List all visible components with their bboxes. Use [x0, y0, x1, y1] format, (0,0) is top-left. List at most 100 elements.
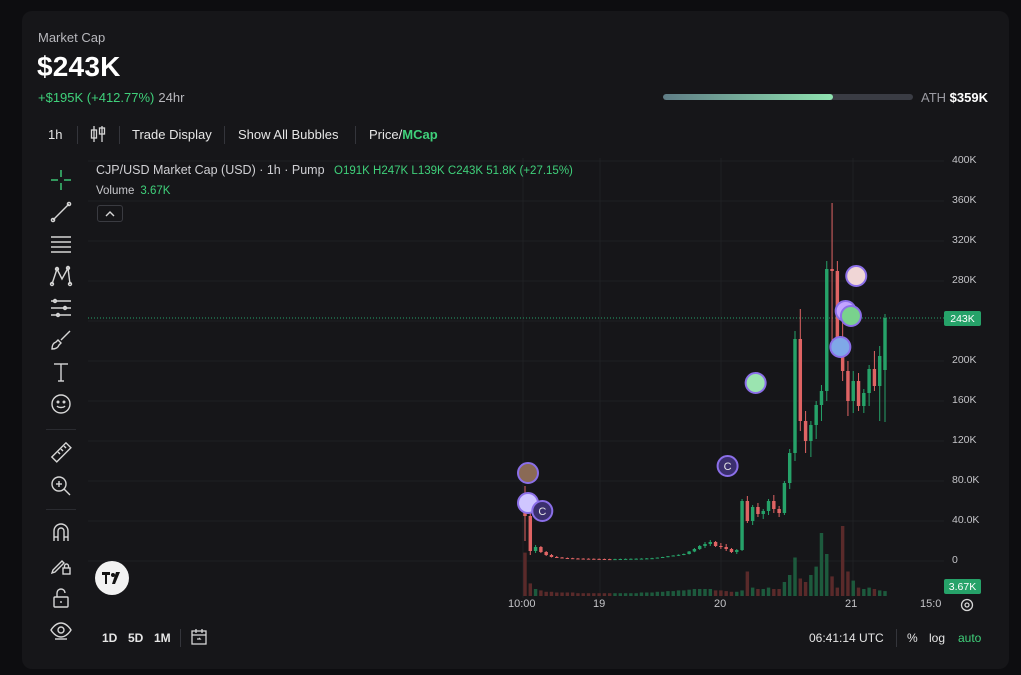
market-cap-period: 24hr	[158, 90, 185, 105]
toolbar-divider	[224, 126, 225, 144]
candle-body	[544, 552, 548, 555]
candle-body	[756, 507, 760, 514]
range-1d-button[interactable]: 1D	[102, 631, 117, 645]
trade-bubble: C	[716, 455, 739, 477]
goto-date-icon[interactable]	[190, 628, 208, 649]
ath-readout: ATH $359K	[921, 90, 988, 105]
trade-bubble-avatar	[845, 265, 868, 287]
zoom-in-icon[interactable]	[48, 473, 74, 499]
candle-body	[782, 483, 787, 513]
chevron-up-icon	[105, 210, 115, 216]
candle-body	[825, 269, 829, 391]
current-volume-tag: 3.67K	[944, 579, 981, 594]
low-value: 139K	[417, 165, 445, 177]
volume-bar	[814, 566, 818, 596]
candle-body	[639, 558, 644, 560]
candle-body	[872, 369, 877, 386]
chart-title: CJP/USD Market Cap (USD) · 1h · Pump	[96, 163, 325, 177]
candle-body	[787, 453, 792, 483]
candlestick-chart[interactable]: CC	[88, 158, 944, 608]
interval-button[interactable]: 1h	[48, 127, 62, 142]
collapse-legend-button[interactable]	[97, 205, 123, 222]
candle-body	[528, 516, 533, 551]
lock-drawing-icon[interactable]	[48, 552, 74, 578]
candle-body	[629, 558, 633, 560]
close-key: C	[447, 165, 457, 177]
candle-body	[735, 550, 739, 552]
text-icon[interactable]	[48, 359, 74, 385]
ruler-icon[interactable]	[48, 439, 74, 465]
magnet-icon[interactable]	[48, 519, 74, 545]
trade-bubble-avatar	[839, 305, 862, 327]
candle-body	[581, 558, 585, 560]
candle-body	[750, 507, 755, 521]
candle-body	[862, 393, 866, 406]
time-tick-label: 15:0	[920, 598, 942, 610]
trade-bubble	[845, 265, 868, 287]
price-tick-label: 120K	[952, 434, 977, 446]
candle-body	[856, 381, 861, 406]
bottom-divider	[896, 629, 897, 647]
trade-bubble-avatar	[829, 336, 852, 358]
candle-body	[745, 501, 750, 521]
market-cap-panel: Market Cap $243K +$195K (+412.77%) 24hr A…	[22, 11, 1009, 669]
candle-body	[719, 546, 723, 547]
brush-icon[interactable]	[48, 327, 74, 353]
range-5d-button[interactable]: 5D	[128, 631, 143, 645]
trade-bubble	[829, 336, 852, 358]
price-tick-label: 200K	[952, 354, 977, 366]
candle-body	[671, 555, 675, 557]
tradingview-logo[interactable]	[95, 561, 129, 595]
trade-display-button[interactable]: Trade Display	[132, 127, 212, 142]
projection-icon[interactable]	[48, 295, 74, 321]
log-scale-toggle[interactable]: log	[929, 631, 945, 645]
price-mcap-toggle[interactable]: Price/MCap	[369, 127, 438, 142]
time-axis[interactable]: 10:00 19 20 21 15:0	[88, 594, 958, 614]
volume-bar	[793, 557, 797, 596]
emoji-icon[interactable]	[48, 391, 74, 417]
price-tick-label: 160K	[952, 394, 977, 406]
candle-body	[666, 556, 670, 558]
market-cap-change: +$195K (+412.77%) 24hr	[38, 90, 184, 105]
chart-plot-area[interactable]: CC CJP/USD Market Cap (USD) · 1h · Pump …	[88, 158, 944, 608]
time-tick-label: 21	[845, 598, 858, 610]
candlestick-icon[interactable]	[90, 125, 106, 146]
trade-bubble-initial: C	[724, 461, 732, 473]
candle-body	[777, 509, 781, 513]
crosshair-icon[interactable]	[48, 167, 74, 193]
high-value: 247K	[381, 165, 409, 177]
trade-bubble	[839, 305, 862, 327]
axis-settings-icon[interactable]	[959, 597, 975, 618]
candle-body	[724, 547, 728, 549]
range-1m-button[interactable]: 1M	[154, 631, 171, 645]
change-value: 51.8K (+27.15%)	[486, 165, 573, 177]
lock-icon[interactable]	[48, 585, 74, 611]
candle-body	[708, 542, 713, 544]
candle-body	[814, 405, 818, 425]
open-value: 191K	[342, 165, 370, 177]
candle-body	[772, 501, 776, 509]
percent-scale-toggle[interactable]: %	[907, 631, 918, 645]
ohlc-readout: O191K H247K L139K C243K 51.8K (+27.15%)	[334, 165, 573, 177]
price-axis[interactable]: 400K360K320K280K240K200K160K120K80.0K40.…	[944, 154, 1009, 608]
auto-scale-toggle[interactable]: auto	[958, 631, 981, 645]
price-label: Price	[369, 127, 399, 142]
candle-body	[555, 557, 559, 558]
toolbar-divider	[355, 126, 356, 144]
show-all-bubbles-button[interactable]: Show All Bubbles	[238, 127, 338, 142]
trade-bubble	[517, 462, 539, 484]
volume-bar	[809, 575, 813, 596]
candle-body	[809, 425, 813, 441]
utc-clock[interactable]: 06:41:14 UTC	[809, 631, 884, 645]
candle-body	[655, 557, 660, 559]
volume-label: Volume	[96, 185, 135, 197]
trendline-icon[interactable]	[48, 199, 74, 225]
fib-lines-icon[interactable]	[48, 231, 74, 257]
candle-body	[867, 369, 871, 393]
price-tick-label: 0	[952, 554, 958, 566]
candle-body	[592, 558, 596, 560]
pattern-icon[interactable]	[48, 263, 74, 289]
candle-body	[570, 558, 575, 560]
open-key: O	[334, 165, 343, 177]
chart-toolbar: 1h Trade Display Show All Bubbles Price/…	[22, 121, 1009, 149]
